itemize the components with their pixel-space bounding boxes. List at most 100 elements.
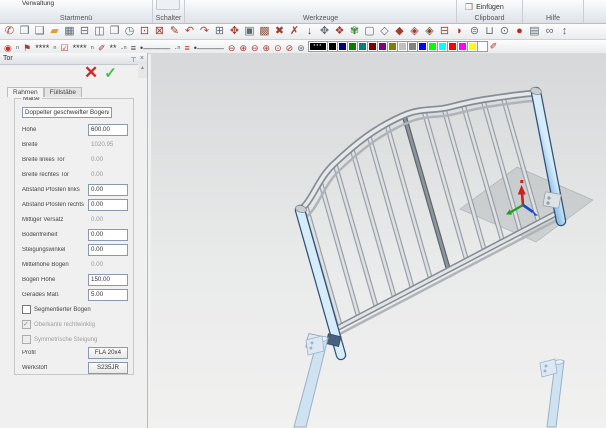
checkbox-box[interactable] [22,320,31,329]
field-row: Breite 1020.95 [22,137,128,152]
pin-icon[interactable]: ┬ [131,55,136,62]
field-input[interactable]: 0.00 [88,154,128,166]
ground-post-right[interactable] [540,359,564,427]
palette-swatches [328,42,488,51]
color-swatch[interactable] [408,42,417,51]
ribbon-group-label: Clipboard [457,15,522,22]
field-row: Höhe 600.00 [22,122,128,137]
panel-body: ▲ ✕ ✓ Rahmen Füllstäbe Maße Doppelter ge… [0,64,147,428]
color-swatch[interactable] [478,42,487,51]
ribbon-group-label: Werkzeuge [185,15,456,22]
checkbox-box[interactable] [22,335,31,344]
checkbox-symmetrische-steigung[interactable]: Symmetrische Steigung [22,332,128,347]
clipboard-paste-icon: ❒ [465,3,473,12]
field-input[interactable]: 0.00 [88,184,128,196]
field-label: Höhe [22,127,88,133]
color-swatch[interactable] [378,42,387,51]
arch-type-dropdown[interactable]: Doppelter geschweifter Bogen ∨ [22,107,112,118]
einfuegen-label: Einfügen [476,4,504,11]
color-swatch[interactable] [468,42,477,51]
color-swatch[interactable] [438,42,447,51]
toolbar-icon[interactable]: ◇ [377,24,392,39]
field-input[interactable]: 0.00 [88,244,128,256]
ribbon-group-label: Startmenü [0,15,152,22]
field-label: Abstand Pfosten rechts [22,202,88,208]
field-label: Mittelhöhe Bogen [22,262,88,268]
color-palette: *** ✐ [309,40,500,53]
toolbar-icon[interactable]: ↕ [557,24,572,39]
checkbox-oberkante-rechtwinklig[interactable]: Oberkante rechtwinklig [22,317,128,332]
color-swatch[interactable] [348,42,357,51]
close-icon[interactable]: × [140,55,144,62]
color-edit-icon[interactable]: ✐ [488,40,500,53]
ribbon-group-hilfe: Hilfe [523,0,584,23]
ribbon: Startmenü Schalter Werkzeuge Clipboard H… [0,0,606,24]
checkbox-segmentierter-bogen[interactable]: Segmentierter Bogen [22,302,128,317]
schalter-partial-button[interactable] [156,0,180,10]
toolbar-icon[interactable]: ▤ [527,24,542,39]
color-swatch[interactable] [328,42,337,51]
werkstoff-row: Werkstoff S235JR [22,362,128,374]
checkbox-label: Oberkante rechtwinklig [34,322,95,328]
field-label: Breite [22,142,88,148]
color-swatch[interactable] [458,42,467,51]
field-input[interactable]: 1020.95 [88,139,128,151]
ground-post-left[interactable] [294,336,328,427]
werkstoff-button[interactable]: S235JR [88,362,128,374]
profil-row: Profil FLA 20x4 [22,347,128,359]
color-swatch[interactable] [388,42,397,51]
field-label: Steigungswinkel [22,247,88,253]
field-input[interactable]: 5.00 [88,289,128,301]
toolbar-icon[interactable]: ⊜ [467,24,482,39]
tab-fuellstaebe[interactable]: Füllstäbe [44,87,82,97]
einfuegen-button[interactable]: ❒ Einfügen [462,1,507,13]
color-swatch[interactable] [338,42,347,51]
profil-button[interactable]: FLA 20x4 [88,347,128,359]
main-area: Tor ┬ × ▲ ✕ ✓ Rahmen Füllstäbe Maße [0,53,606,428]
color-swatch[interactable] [368,42,377,51]
toolbar-icon[interactable]: ✾ [347,24,362,39]
toolbar-icon[interactable]: ● [512,24,527,39]
color-swatch[interactable] [448,42,457,51]
field-input[interactable]: 0.00 [88,214,128,226]
toolbar-icon[interactable]: ⊙ [497,24,512,39]
toolbar-icon[interactable]: ◗ [452,24,467,39]
toolbar-icon[interactable]: ⊟ [437,24,452,39]
checkbox-box[interactable] [22,305,31,314]
field-input[interactable]: 0.00 [88,199,128,211]
panel-title: Tor [3,55,13,62]
field-input[interactable]: 0.00 [88,229,128,241]
tab-rahmen[interactable]: Rahmen [7,87,44,97]
verwaltung-button[interactable]: Verwaltung [22,0,54,7]
toolbar-icon[interactable]: ⊔ [482,24,497,39]
toolbar-icon[interactable]: ∞ [542,24,557,39]
scroll-up-icon[interactable]: ▲ [140,65,145,71]
active-color-swatch[interactable]: *** [309,42,327,51]
toolbar-icon[interactable]: ❖ [332,24,347,39]
toolbar-icon[interactable]: ◆ [392,24,407,39]
toolbar-icon[interactable]: ▢ [362,24,377,39]
field-input[interactable]: 600.00 [88,124,128,136]
field-label: Gerades Maß [22,292,88,298]
panel-tabs: Rahmen Füllstäbe [7,87,82,97]
panel-scrollbar[interactable]: ▲ [138,64,147,78]
viewport-3d[interactable] [151,53,606,428]
color-swatch[interactable] [398,42,407,51]
arch-type-value: Doppelter geschweifter Bogen [25,109,108,116]
secondary-toolbar: ◉ⁿ⚑****ⁿ☑****ⁿ✐**·ⁿ≡•———·ⁿ≡•———⊖⊕⊖⊕⊙⊘⊛ *… [0,40,606,54]
viewport-canvas[interactable] [151,53,606,428]
field-input[interactable]: 0.00 [88,169,128,181]
cancel-button[interactable]: ✕ [84,64,98,83]
apply-button[interactable]: ✓ [104,64,117,83]
toolbar-icon[interactable]: ✥ [317,24,332,39]
color-swatch[interactable] [418,42,427,51]
color-swatch[interactable] [428,42,437,51]
field-input[interactable]: 150.00 [88,274,128,286]
toolbar-icon[interactable]: ◈ [422,24,437,39]
color-swatch[interactable] [358,42,367,51]
field-row: Abstand Pfosten rechts 0.00 [22,197,128,212]
hinge-bracket-right[interactable] [543,192,561,209]
field-input[interactable]: 0.00 [88,259,128,271]
checkbox-label: Symmetrische Steigung [34,337,97,343]
toolbar-icon[interactable]: ◈ [407,24,422,39]
